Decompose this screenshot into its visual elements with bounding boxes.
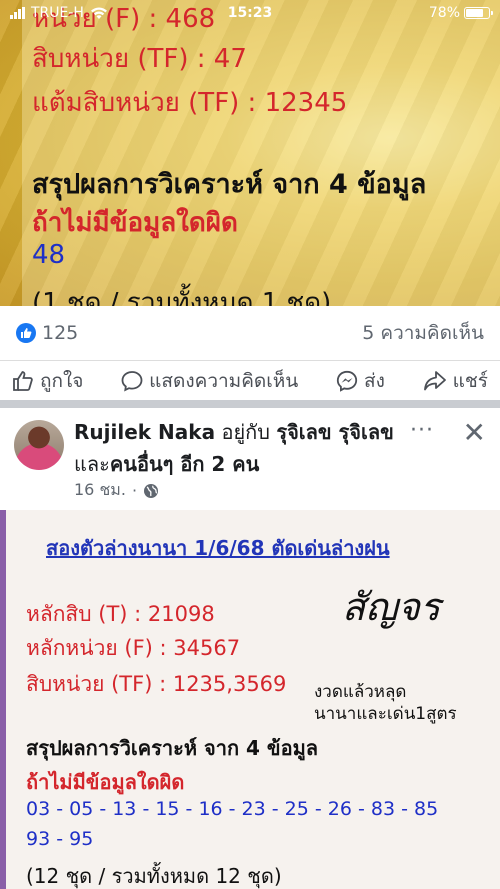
- comment-count[interactable]: 5 ความคิดเห็น: [362, 318, 484, 348]
- feed-separator: [0, 400, 500, 408]
- close-icon[interactable]: ✕: [463, 416, 486, 449]
- battery-icon: [464, 7, 493, 19]
- post-meta: 16 ชม. ·: [74, 478, 159, 503]
- image-line-total: (12 ชุด / รวมทั้งหมด 12 ชุด): [26, 864, 282, 888]
- tagged-others[interactable]: คนอื่นๆ อีก 2 คน: [110, 452, 259, 476]
- post-image-top[interactable]: หน่วย (F) : 468 สิบหน่วย (TF) : 47 แต้มส…: [0, 0, 500, 306]
- thumbs-up-icon: [13, 370, 33, 391]
- author-name[interactable]: Rujilek Naka: [74, 420, 215, 444]
- status-bar: TRUE-H 15:23 78%: [0, 0, 500, 26]
- image-line-condition: ถ้าไม่มีข้อมูลใดผิด: [26, 770, 185, 794]
- image-line-tens-units: สิบหน่วย (TF) : 1235,3569: [26, 672, 287, 696]
- comment-bubble-icon: [121, 370, 143, 392]
- avatar[interactable]: [14, 420, 64, 470]
- image-line-summary: สรุปผลการวิเคราะห์ จาก 4 ข้อมูล: [26, 736, 319, 760]
- image-line-total: (1 ชุด / รวมทั้งหมด 1 ชุด): [32, 288, 332, 306]
- image-line-numbers-2: 93 - 95: [26, 828, 94, 850]
- tagged-user[interactable]: รุจิเลข รุจิเลข: [276, 420, 393, 444]
- image-line-result: 48: [32, 240, 66, 270]
- image-line-summary: สรุปผลการวิเคราะห์ จาก 4 ข้อมูล: [32, 169, 427, 200]
- post-time[interactable]: 16 ชม.: [74, 478, 126, 503]
- like-button[interactable]: ถูกใจ: [12, 366, 83, 396]
- like-label: ถูกใจ: [40, 369, 84, 392]
- image-note-2: นานาและเด่น1สูตร: [314, 704, 457, 724]
- share-arrow-icon: [423, 370, 446, 390]
- like-badge-icon: [16, 323, 36, 343]
- signal-icon: [10, 7, 25, 19]
- more-options-icon[interactable]: ···: [410, 418, 434, 443]
- and-text: และ: [74, 452, 110, 476]
- carrier-label: TRUE-H: [31, 5, 84, 21]
- comment-button[interactable]: แสดงความคิดเห็น: [121, 366, 298, 396]
- feed-post: Rujilek Naka อยู่กับ รุจิเลข รุจิเลข และ…: [0, 408, 500, 889]
- battery-label: 78%: [428, 5, 460, 21]
- post-image[interactable]: สองตัวล่างนานา 1/6/68 ตัดเด่นล่างฝน หลัก…: [0, 510, 500, 889]
- messenger-send-button[interactable]: ส่ง: [336, 366, 385, 396]
- like-count-label: 125: [42, 322, 79, 344]
- messenger-label: ส่ง: [364, 369, 385, 392]
- image-line-tens-units: สิบหน่วย (TF) : 47: [32, 44, 247, 74]
- with-text: อยู่กับ: [221, 420, 270, 444]
- image-line-condition: ถ้าไม่มีข้อมูลใดผิด: [32, 208, 238, 238]
- image-line-tens: หลักสิบ (T) : 21098: [26, 602, 215, 626]
- wifi-icon: [90, 7, 107, 19]
- image-title: สองตัวล่างนานา 1/6/68 ตัดเด่นล่างฝน: [46, 536, 390, 560]
- meta-dot: ·: [131, 481, 138, 500]
- share-button[interactable]: แชร์: [423, 366, 488, 396]
- handwritten-label: สัญจร: [342, 585, 441, 629]
- image-line-units: หลักหน่วย (F) : 34567: [26, 636, 241, 660]
- image-line-numbers-1: 03 - 05 - 13 - 15 - 16 - 23 - 25 - 26 - …: [26, 798, 439, 820]
- reactions-bar: 125 5 ความคิดเห็น: [0, 306, 500, 360]
- like-count[interactable]: 125: [16, 322, 78, 344]
- image-line-score: แต้มสิบหน่วย (TF) : 12345: [32, 88, 348, 118]
- share-label: แชร์: [452, 369, 488, 392]
- globe-icon: [144, 483, 159, 498]
- post-actions: ถูกใจ แสดงความคิดเห็น ส่ง แชร์: [0, 360, 500, 400]
- comment-label: แสดงความคิดเห็น: [149, 369, 299, 392]
- messenger-icon: [336, 370, 358, 392]
- post-header: Rujilek Naka อยู่กับ รุจิเลข รุจิเลข และ…: [74, 416, 404, 480]
